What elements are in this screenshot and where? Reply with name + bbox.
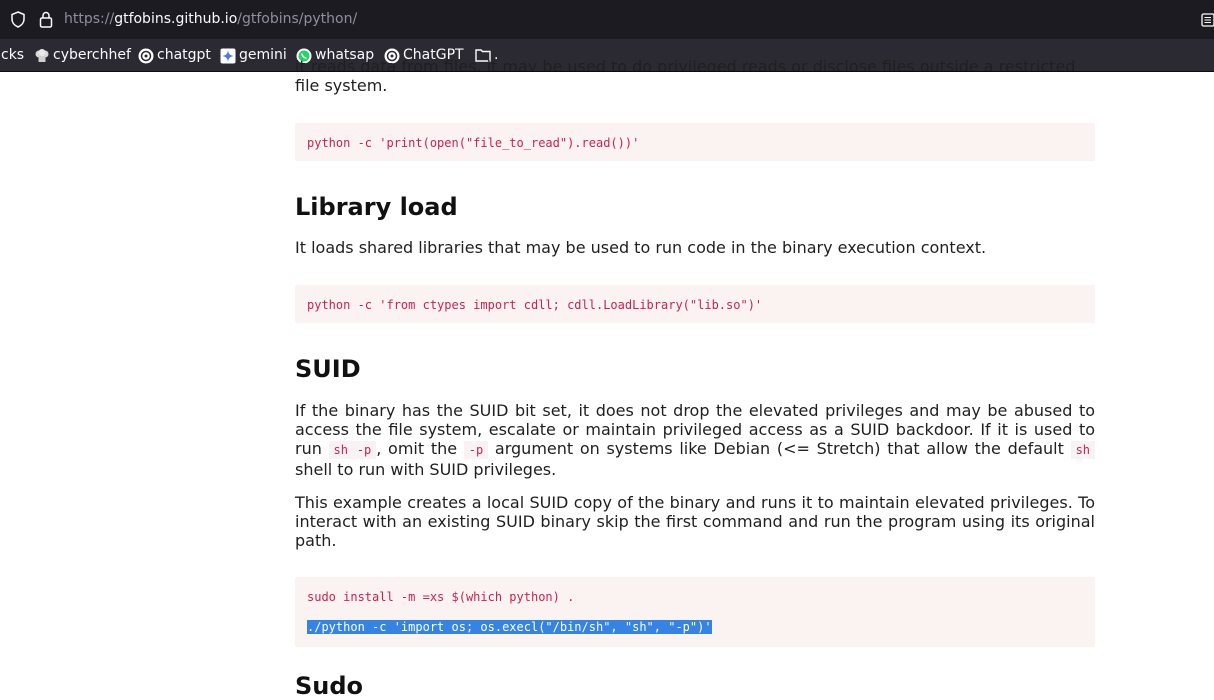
bookmark-chatgpt[interactable]: chatgpt — [138, 47, 211, 64]
bookmark-label: chatgpt — [157, 47, 211, 63]
library-load-code: python -c 'from ctypes import cdll; cdll… — [307, 298, 763, 312]
sudo-heading-partial: Sudo — [295, 672, 364, 700]
url-host: gtfobins.github.io — [114, 11, 238, 27]
url-prefix: https:// — [64, 11, 115, 27]
file-read-paragraph-end: file system. — [295, 76, 388, 95]
suid-text: , omit the — [376, 439, 464, 458]
inline-code-sh: sh — [1070, 441, 1096, 459]
file-read-code: python -c 'print(open("file_to_read").re… — [307, 136, 640, 150]
gemini-icon — [220, 48, 236, 64]
shield-icon[interactable] — [10, 11, 26, 32]
bookmark-label: cks — [1, 47, 25, 63]
suid-paragraph-1: If the binary has the SUID bit set, it d… — [295, 401, 1096, 479]
suid-code-block[interactable]: sudo install -m =xs $(which python) . ./… — [295, 577, 1095, 647]
chef-hat-icon — [34, 48, 49, 62]
bookmark-gemini[interactable]: gemini — [220, 47, 287, 64]
library-load-description: It loads shared libraries that may be us… — [295, 238, 987, 257]
clipped-paragraph-line: it reads data from files, it may be used… — [295, 57, 1076, 71]
bookmark-label: gemini — [239, 47, 287, 63]
file-read-code-block[interactable]: python -c 'print(open("file_to_read").re… — [295, 123, 1095, 161]
openai-icon — [138, 48, 154, 64]
bookmark-cyberchhef[interactable]: cyberchhef — [34, 47, 131, 63]
lock-icon[interactable] — [38, 10, 54, 32]
reader-view-icon[interactable] — [1201, 12, 1214, 31]
suid-code-line-2-selected: ./python -c 'import os; os.execl("/bin/s… — [307, 620, 712, 634]
address-field[interactable]: https://gtfobins.github.io/gtfobins/pyth… — [64, 11, 357, 27]
inline-code-sh-p: sh -p — [328, 441, 377, 459]
inline-code-p: -p — [463, 441, 489, 459]
suid-code-line-1: sudo install -m =xs $(which python) . — [307, 590, 575, 604]
suid-text: argument on systems like Debian (<= Stre… — [488, 439, 1071, 458]
library-load-code-block[interactable]: python -c 'from ctypes import cdll; cdll… — [295, 285, 1095, 323]
suid-paragraph-2: This example creates a local SUID copy o… — [295, 493, 1095, 550]
url-bar[interactable]: https://gtfobins.github.io/gtfobins/pyth… — [0, 0, 1214, 39]
bookmark-label: cyberchhef — [53, 47, 131, 63]
library-load-heading: Library load — [295, 193, 458, 221]
suid-text: shell to run with SUID privileges. — [295, 460, 557, 479]
suid-heading: SUID — [295, 355, 361, 383]
bookmark-cks[interactable]: cks — [1, 47, 24, 63]
url-path: /gtfobins/python/ — [237, 11, 358, 27]
